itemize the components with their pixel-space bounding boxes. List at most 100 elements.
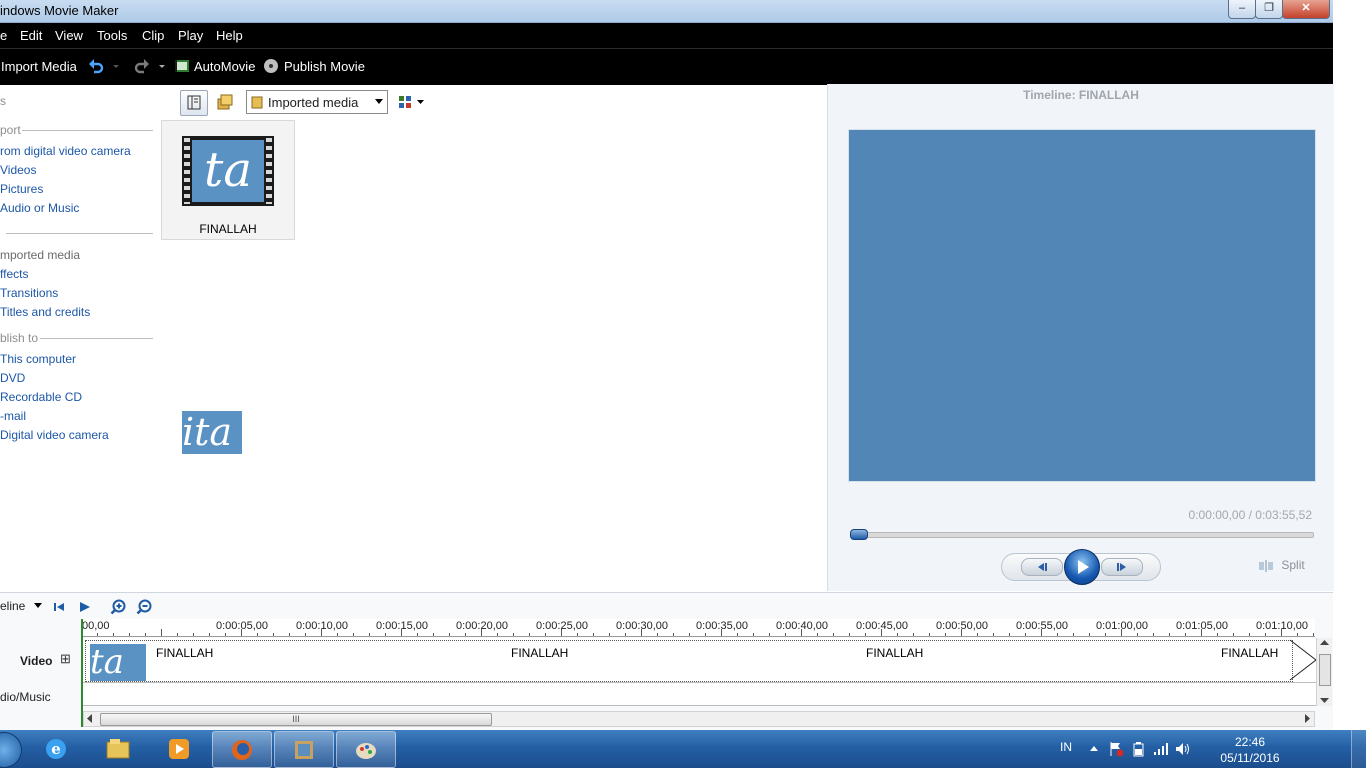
maximize-button[interactable]: ❐ — [1255, 0, 1283, 19]
previous-frame-button[interactable] — [1021, 558, 1063, 576]
collection-select-value: Imported media — [268, 95, 359, 110]
play-timeline-icon[interactable] — [78, 601, 92, 613]
ruler-tick-mark — [737, 633, 738, 636]
ruler-tick-mark — [1009, 633, 1010, 636]
zoom-out-icon[interactable] — [136, 599, 152, 615]
zoom-in-icon[interactable] — [110, 599, 126, 615]
scroll-down-icon[interactable] — [1320, 698, 1329, 704]
undo-icon[interactable] — [88, 58, 104, 74]
show-desktop-button[interactable] — [1351, 730, 1366, 768]
redo-icon[interactable] — [134, 58, 150, 74]
view-options-icon[interactable] — [398, 95, 426, 109]
timeline-toolbar: eline — [0, 599, 400, 617]
play-button[interactable] — [1064, 549, 1100, 585]
clip-end-arrow — [1289, 639, 1317, 681]
ruler-tick-mark — [321, 629, 322, 636]
menu-play[interactable]: Play — [178, 28, 203, 43]
automovie-button[interactable]: AutoMovie — [194, 59, 255, 74]
divider — [40, 338, 153, 339]
import-audio-link[interactable]: Audio or Music — [0, 201, 79, 215]
vertical-scroll-thumb[interactable] — [1319, 654, 1331, 686]
ruler-tick-mark — [593, 633, 594, 636]
audio-music-track[interactable] — [83, 683, 1318, 706]
previous-frame-icon — [1038, 563, 1047, 571]
taskbar-explorer[interactable] — [89, 731, 147, 766]
clock-time[interactable]: 22:46 — [1220, 735, 1280, 749]
publish-movie-button[interactable]: Publish Movie — [284, 59, 365, 74]
timeline-horizontal-scrollbar[interactable]: III — [83, 711, 1315, 727]
menu-tools[interactable]: Tools — [97, 28, 127, 43]
internet-explorer-icon: e — [46, 739, 66, 759]
scroll-right-icon[interactable] — [1305, 714, 1311, 723]
show-hidden-icons-icon[interactable] — [1090, 745, 1098, 751]
seek-bar[interactable] — [852, 532, 1314, 538]
ruler-tick-mark — [209, 633, 210, 636]
battery-icon[interactable] — [1132, 741, 1146, 757]
menu-view[interactable]: View — [55, 28, 83, 43]
action-center-flag-icon[interactable] — [1108, 741, 1124, 757]
menu-clip[interactable]: Clip — [142, 28, 164, 43]
scroll-up-icon[interactable] — [1320, 640, 1329, 646]
ruler-tick-mark — [561, 629, 562, 636]
publish-email-link[interactable]: -mail — [0, 409, 26, 423]
ruler-tick-mark — [273, 633, 274, 636]
taskbar-media-player[interactable] — [150, 731, 208, 766]
language-indicator[interactable]: IN — [1060, 740, 1072, 754]
ruler-tick-mark — [481, 629, 482, 636]
publish-camera-link[interactable]: Digital video camera — [0, 428, 109, 442]
media-clip-tile[interactable]: ta FINALLAH — [161, 120, 295, 240]
close-button[interactable]: ✕ — [1282, 0, 1330, 19]
film-strip-holes — [266, 138, 272, 204]
ruler-tick-mark — [193, 633, 194, 636]
collections-icon[interactable] — [216, 93, 234, 111]
menu-edit[interactable]: Edit — [20, 28, 42, 43]
volume-icon[interactable] — [1175, 742, 1191, 756]
import-videos-link[interactable]: Videos — [0, 163, 36, 177]
transitions-link[interactable]: Transitions — [0, 286, 58, 300]
folder-icon — [251, 96, 263, 109]
imported-media-link[interactable]: mported media — [0, 248, 80, 262]
ruler-tick-mark — [401, 629, 402, 636]
import-from-camera-link[interactable]: rom digital video camera — [0, 144, 131, 158]
network-icon[interactable] — [1153, 742, 1169, 756]
minimize-button[interactable]: – — [1228, 0, 1256, 19]
import-pictures-link[interactable]: Pictures — [0, 182, 43, 196]
publish-dvd-link[interactable]: DVD — [0, 371, 25, 385]
taskbar-firefox[interactable] — [212, 731, 272, 768]
next-frame-button[interactable] — [1101, 558, 1143, 576]
publish-computer-link[interactable]: This computer — [0, 352, 76, 366]
scroll-left-icon[interactable] — [87, 714, 93, 723]
timeline-clip[interactable]: ta FINALLAH FINALLAH FINALLAH FINALLAH — [85, 640, 1293, 682]
menu-help[interactable]: Help — [216, 28, 243, 43]
undo-dropdown-icon[interactable] — [112, 58, 120, 74]
effects-link[interactable]: ffects — [0, 267, 28, 281]
show-hide-tasks-button[interactable] — [180, 90, 208, 116]
preview-monitor: Timeline: FINALLAH 0:00:00,00 / 0:03:55,… — [827, 84, 1334, 591]
timeline-ruler[interactable]: 00,00 0:00:05,00 0:00:10,00 0:00:15,00 0:00:… — [81, 619, 1315, 637]
taskbar-internet-explorer[interactable]: e — [27, 731, 85, 766]
chevron-down-icon — [375, 99, 383, 104]
expand-track-icon[interactable]: ⊞ — [60, 651, 71, 667]
horizontal-scroll-thumb[interactable]: III — [100, 713, 492, 726]
ruler-tick-mark — [673, 633, 674, 636]
folder-icon — [106, 739, 130, 759]
preview-screen — [848, 129, 1316, 482]
start-button[interactable] — [0, 732, 22, 768]
seek-slider-thumb[interactable] — [850, 529, 868, 540]
timeline-vertical-scrollbar[interactable] — [1316, 638, 1332, 706]
menu-file[interactable]: e — [0, 28, 7, 43]
timeline-mode-label[interactable]: eline — [0, 599, 25, 613]
rewind-icon[interactable] — [53, 601, 67, 613]
split-button[interactable]: Split — [1258, 558, 1305, 572]
drag-preview-thumbnail: ita — [182, 411, 242, 454]
import-media-button[interactable]: Import Media — [1, 59, 77, 74]
collection-select[interactable]: Imported media — [246, 90, 388, 114]
chevron-down-icon[interactable] — [34, 603, 42, 609]
titles-credits-link[interactable]: Titles and credits — [0, 305, 90, 319]
taskbar-paint[interactable] — [336, 731, 396, 768]
redo-dropdown-icon[interactable] — [158, 58, 166, 74]
taskbar-movie-maker[interactable] — [274, 731, 334, 768]
publish-cd-link[interactable]: Recordable CD — [0, 390, 82, 404]
ruler-tick-label: 0:00:40,00 — [776, 620, 828, 632]
clock-date[interactable]: 05/11/2016 — [1212, 751, 1288, 765]
